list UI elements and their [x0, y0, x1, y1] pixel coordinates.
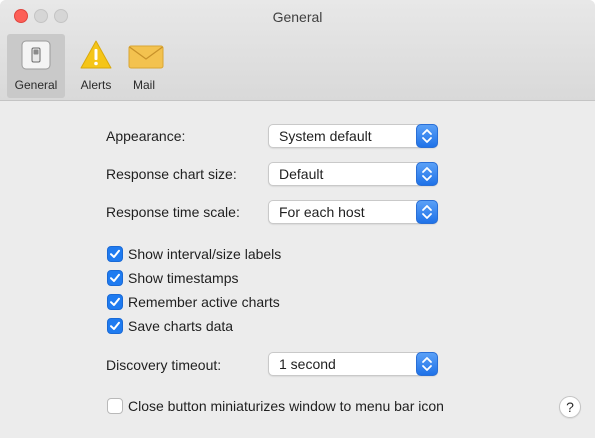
appearance-value: System default [279, 128, 372, 144]
time-scale-value: For each host [279, 204, 365, 220]
tab-alerts[interactable]: Alerts [72, 34, 120, 98]
chart-size-value: Default [279, 166, 324, 182]
tab-mail[interactable]: Mail [122, 34, 166, 98]
discovery-timeout-select[interactable]: 1 second [268, 352, 438, 376]
chevron-updown-icon [416, 162, 438, 186]
chevron-updown-icon [416, 200, 438, 224]
show-interval-labels-checkbox[interactable] [107, 246, 123, 262]
show-interval-labels-label: Show interval/size labels [128, 246, 282, 262]
checkmark-icon [110, 297, 120, 306]
show-timestamps-checkbox[interactable] [107, 270, 123, 286]
checkmark-icon [110, 321, 120, 330]
time-scale-select[interactable]: For each host [268, 200, 438, 224]
tab-general-label: General [14, 78, 58, 92]
discovery-timeout-label: Discovery timeout: [106, 357, 222, 373]
switch-icon [19, 38, 53, 72]
discovery-timeout-value: 1 second [279, 356, 336, 372]
window-title: General [272, 9, 323, 25]
show-timestamps-label: Show timestamps [128, 270, 239, 286]
envelope-icon [127, 38, 164, 72]
appearance-select[interactable]: System default [268, 124, 438, 148]
chevron-updown-icon [416, 352, 438, 376]
time-scale-label: Response time scale: [106, 204, 240, 220]
preferences-window: General General Alerts Mail Appearance: … [0, 0, 595, 438]
chart-size-select[interactable]: Default [268, 162, 438, 186]
close-miniaturizes-label: Close button miniaturizes window to menu… [128, 398, 444, 414]
warning-icon [79, 38, 113, 72]
tab-alerts-label: Alerts [80, 78, 112, 92]
tab-general[interactable]: General [7, 34, 65, 98]
remember-active-charts-label: Remember active charts [128, 294, 280, 310]
save-charts-data-checkbox[interactable] [107, 318, 123, 334]
appearance-label: Appearance: [106, 128, 186, 144]
close-miniaturizes-checkbox[interactable] [107, 398, 123, 414]
checkmark-icon [110, 249, 120, 258]
chevron-updown-icon [416, 124, 438, 148]
remember-active-charts-checkbox[interactable] [107, 294, 123, 310]
chart-size-label: Response chart size: [106, 166, 237, 182]
title-bar: General General Alerts Mail [0, 0, 595, 101]
checkmark-icon [110, 273, 120, 282]
save-charts-data-label: Save charts data [128, 318, 234, 334]
tab-mail-label: Mail [132, 78, 155, 92]
help-button[interactable]: ? [559, 396, 581, 418]
